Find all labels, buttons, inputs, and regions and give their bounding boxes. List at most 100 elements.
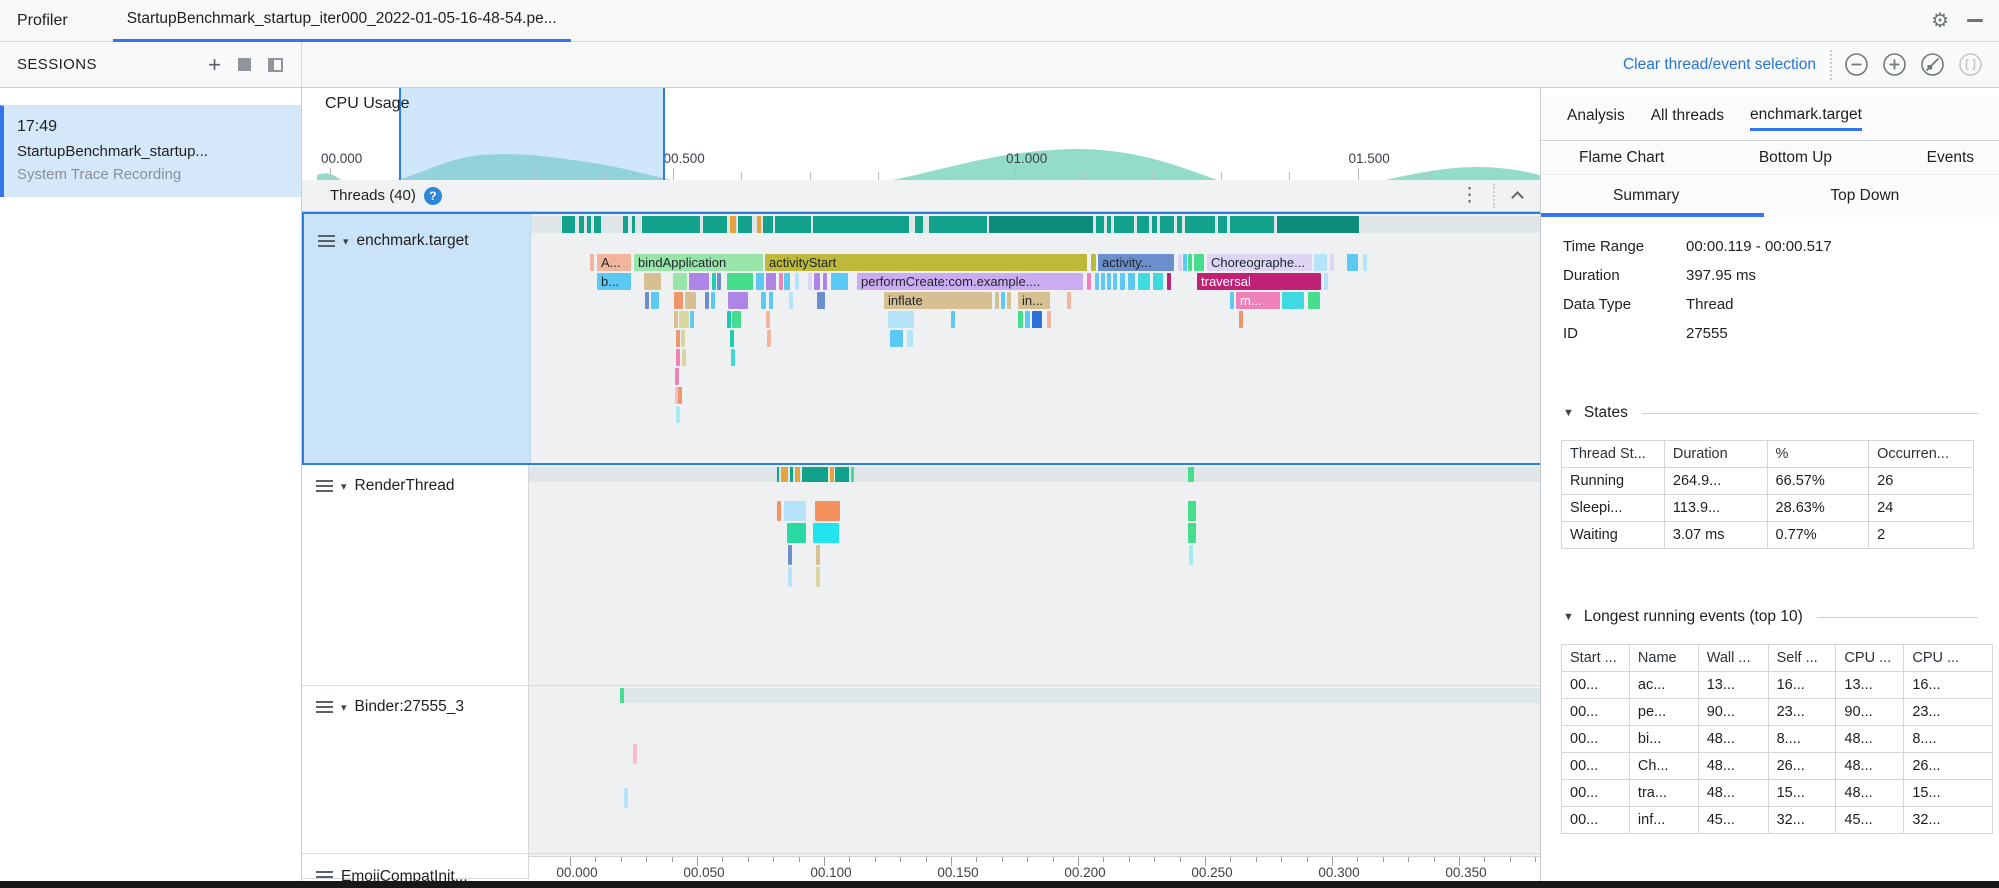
table-row[interactable]: 00...bi...48...8....48...8.... [1562, 726, 1993, 753]
trace-event-segment[interactable] [678, 387, 682, 404]
column-header[interactable]: CPU ... [1836, 645, 1904, 672]
trace-event-segment[interactable] [761, 292, 766, 309]
trace-event-segment[interactable] [705, 292, 709, 309]
expand-caret-icon[interactable]: ▾ [341, 480, 347, 493]
trace-event-segment[interactable] [1308, 292, 1320, 309]
session-tab[interactable]: StartupBenchmark_startup_iter000_2022-01… [113, 0, 571, 42]
trace-event-segment[interactable] [1128, 273, 1135, 290]
trace-event-segment[interactable] [814, 273, 820, 290]
trace-event-segment[interactable] [808, 273, 812, 290]
trace-event-segment[interactable] [1230, 292, 1234, 309]
trace-event-inflate[interactable]: inflate [884, 292, 992, 309]
trace-event-segment[interactable] [727, 273, 753, 290]
column-header[interactable]: Occurren... [1869, 441, 1974, 468]
trace-event-segment[interactable] [1282, 292, 1304, 309]
trace-event-segment[interactable] [1067, 292, 1071, 309]
trace-event-segment[interactable] [1113, 273, 1117, 290]
trace-event-segment[interactable] [784, 273, 790, 290]
expand-caret-icon[interactable]: ▾ [343, 235, 349, 248]
trace-event-segment[interactable] [1095, 273, 1099, 290]
trace-event-segment[interactable] [1091, 254, 1096, 271]
column-header[interactable]: Wall ... [1698, 645, 1768, 672]
trace-event-segment[interactable] [788, 545, 792, 565]
trace-event-segment[interactable] [1153, 273, 1163, 290]
trace-event-segment[interactable] [675, 368, 679, 385]
trace-event-segment[interactable] [907, 330, 913, 347]
trace-event-segment[interactable] [815, 501, 840, 521]
thread-row-binder-27555-3[interactable]: ▾Binder:27555_3 [302, 686, 1540, 854]
trace-event-segment[interactable] [676, 349, 680, 366]
trace-event-segment[interactable] [816, 567, 820, 587]
table-row[interactable]: 00...ac...13...16...13...16... [1562, 672, 1993, 699]
add-session-icon[interactable]: + [208, 54, 221, 76]
trace-event-segment[interactable] [890, 330, 903, 347]
trace-event-segment[interactable] [888, 311, 914, 328]
tab-analysis[interactable]: Analysis [1567, 107, 1625, 129]
trace-event-segment[interactable] [644, 273, 661, 290]
states-section-header[interactable]: ▼ States [1563, 404, 1978, 422]
trace-event-segment[interactable] [685, 292, 696, 309]
trace-event-bindapplication[interactable]: bindApplication [634, 254, 763, 271]
trace-event-segment[interactable] [1107, 273, 1111, 290]
trace-event-segment[interactable] [1363, 254, 1367, 271]
thread-track[interactable]: A...bindApplicationactivityStartactivity… [531, 214, 1540, 463]
tab-enchmark-target[interactable]: enchmark.target [1750, 106, 1862, 131]
trace-event-segment[interactable] [728, 292, 748, 309]
trace-event-segment[interactable] [1025, 311, 1030, 328]
trace-event-b-[interactable]: b... [597, 273, 631, 290]
session-list-item[interactable]: 17:49 StartupBenchmark_startup... System… [0, 105, 301, 197]
cpu-usage-panel[interactable]: CPU Usage 00.00000.50001.00001.500 [302, 88, 1540, 180]
trace-event-activity-[interactable]: activity... [1098, 254, 1174, 271]
reset-zoom-icon[interactable] [1920, 52, 1945, 77]
trace-event-segment[interactable] [1347, 254, 1358, 271]
trace-event-segment[interactable] [1188, 501, 1196, 521]
trace-event-segment[interactable] [690, 311, 694, 328]
collapse-panel-icon[interactable] [268, 58, 283, 72]
thread-row-enchmark-target[interactable]: ▾enchmark.targetA...bindApplicationactiv… [302, 212, 1540, 465]
column-header[interactable]: Thread St... [1562, 441, 1665, 468]
trace-event-choreographe-[interactable]: Choreographe... [1207, 254, 1312, 271]
trace-event-segment[interactable] [784, 501, 806, 521]
trace-event-segment[interactable] [766, 311, 770, 328]
trace-event-segment[interactable] [590, 254, 594, 271]
tab-bottom-up[interactable]: Bottom Up [1759, 149, 1832, 167]
trace-event-performcreate-com-example-[interactable]: performCreate:com.example.... [857, 273, 1083, 290]
tab-summary[interactable]: Summary [1613, 187, 1679, 205]
tab-flame-chart[interactable]: Flame Chart [1579, 149, 1664, 167]
trace-event-segment[interactable] [779, 273, 783, 290]
trace-event-segment[interactable] [1183, 254, 1187, 271]
drag-handle-icon[interactable] [316, 480, 333, 492]
column-header[interactable]: Name [1629, 645, 1698, 672]
trace-event-segment[interactable] [645, 292, 649, 309]
trace-event-segment[interactable] [712, 273, 716, 290]
trace-event-segment[interactable] [1018, 311, 1023, 328]
trace-event-segment[interactable] [823, 273, 827, 290]
trace-event-segment[interactable] [1167, 273, 1171, 290]
trace-event-segment[interactable] [676, 330, 680, 347]
thread-row-renderthread[interactable]: ▾RenderThread [302, 465, 1540, 686]
expand-caret-icon[interactable]: ▾ [341, 701, 347, 714]
trace-event-a-[interactable]: A... [597, 254, 631, 271]
help-icon[interactable]: ? [424, 187, 442, 205]
trace-event-segment[interactable] [951, 311, 955, 328]
trace-event-segment[interactable] [1194, 254, 1204, 271]
trace-event-segment[interactable] [788, 567, 792, 587]
trace-event-segment[interactable] [1189, 545, 1193, 565]
trace-event-segment[interactable] [766, 273, 776, 290]
trace-event-segment[interactable] [816, 545, 820, 565]
tab-all-threads[interactable]: All threads [1651, 107, 1724, 129]
trace-event-segment[interactable] [1188, 523, 1196, 543]
trace-event-segment[interactable] [1239, 311, 1243, 328]
trace-event-segment[interactable] [756, 273, 764, 290]
zoom-to-selection-icon[interactable] [1958, 52, 1983, 77]
trace-event-segment[interactable] [681, 330, 685, 347]
zoom-in-icon[interactable] [1882, 52, 1907, 77]
zoom-out-icon[interactable] [1844, 52, 1869, 77]
tab-events[interactable]: Events [1927, 149, 1974, 167]
trace-event-segment[interactable] [1324, 273, 1328, 290]
events-section-header[interactable]: ▼ Longest running events (top 10) [1563, 608, 1978, 626]
trace-event-segment[interactable] [717, 273, 721, 290]
gear-icon[interactable]: ⚙ [1931, 11, 1949, 31]
trace-event-segment[interactable] [711, 292, 715, 309]
table-row[interactable]: Running264.9...66.57%26 [1562, 468, 1974, 495]
